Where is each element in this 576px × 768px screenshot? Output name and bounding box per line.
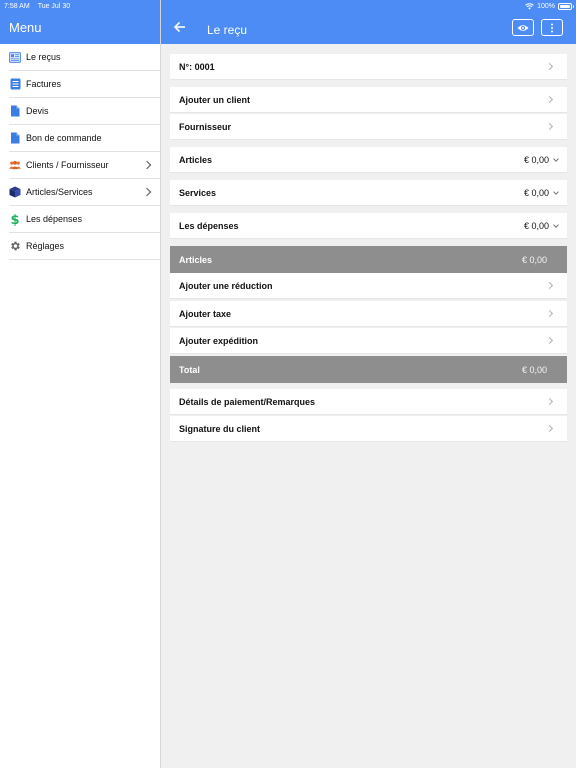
total-amount: € 0,00	[521, 364, 547, 375]
add-tax-label: Ajouter taxe	[179, 308, 232, 319]
sidebar-menu: Le reçus Factures Devis Bon de commande …	[0, 44, 160, 260]
sidebar-item-purchase-order[interactable]: Bon de commande	[9, 125, 160, 152]
sidebar-item-clients-suppliers[interactable]: Clients / Fournisseur	[9, 152, 160, 179]
supplier-label: Fournisseur	[179, 121, 232, 132]
document-icon	[9, 132, 21, 144]
add-tax-row[interactable]: Ajouter taxe	[170, 301, 567, 327]
articles-subtotal-amount: € 0,00	[521, 254, 547, 265]
chevron-right-icon	[142, 160, 152, 170]
chevron-right-icon	[545, 62, 554, 71]
battery-percent: 100%	[537, 2, 555, 10]
document-icon	[9, 105, 21, 117]
total-row: Total € 0,00	[170, 356, 567, 383]
sidebar-item-expenses[interactable]: $ Les dépenses	[9, 206, 160, 233]
sidebar-item-label: Le reçus	[26, 52, 61, 62]
sidebar-item-invoices[interactable]: Factures	[9, 71, 160, 98]
status-right: 100%	[525, 2, 574, 10]
chevron-right-icon	[545, 336, 554, 345]
chevron-right-icon	[545, 397, 554, 406]
people-icon	[9, 159, 21, 171]
payment-details-row[interactable]: Détails de paiement/Remarques	[170, 389, 567, 415]
chevron-right-icon	[545, 424, 554, 433]
add-shipping-label: Ajouter expédition	[179, 335, 259, 346]
chevron-right-icon	[545, 122, 554, 131]
status-date: Tue Jul 30	[37, 2, 71, 10]
receipt-number-row[interactable]: N°: 0001	[170, 54, 567, 80]
articles-row[interactable]: Articles € 0,00	[170, 147, 567, 173]
chevron-right-icon	[545, 309, 554, 318]
services-amount-value: € 0,00	[523, 187, 549, 198]
sidebar-item-label: Articles/Services	[26, 187, 93, 197]
articles-label: Articles	[179, 154, 213, 165]
expenses-label: Les dépenses	[179, 220, 239, 231]
status-bar: 7:58 AM Tue Jul 30 100%	[0, 0, 576, 12]
expenses-amount: € 0,00	[523, 220, 559, 231]
receipt-icon	[9, 51, 21, 63]
back-arrow-icon[interactable]	[173, 20, 187, 34]
sidebar-item-label: Réglages	[26, 241, 65, 251]
sidebar-item-label: Devis	[26, 106, 49, 116]
more-options-button[interactable]	[541, 19, 563, 36]
sidebar-item-settings[interactable]: Réglages	[9, 233, 160, 260]
add-discount-label: Ajouter une réduction	[179, 280, 273, 291]
wifi-icon	[525, 2, 534, 9]
services-amount: € 0,00	[523, 187, 559, 198]
chevron-right-icon	[545, 95, 554, 104]
articles-subtotal-label: Articles	[179, 254, 213, 265]
preview-button[interactable]	[512, 19, 534, 36]
dollar-icon: $	[9, 213, 21, 226]
add-discount-row[interactable]: Ajouter une réduction	[170, 273, 567, 299]
articles-amount: € 0,00	[523, 154, 559, 165]
supplier-row[interactable]: Fournisseur	[170, 114, 567, 140]
eye-icon	[517, 24, 529, 31]
sidebar-item-label: Clients / Fournisseur	[26, 160, 109, 170]
expenses-row[interactable]: Les dépenses € 0,00	[170, 213, 567, 239]
client-signature-label: Signature du client	[179, 423, 261, 434]
receipt-number-label: N°: 0001	[179, 61, 215, 72]
battery-icon	[558, 2, 574, 10]
gear-icon	[9, 240, 21, 252]
chevron-down-icon	[553, 155, 559, 162]
sidebar-item-label: Les dépenses	[26, 214, 83, 224]
sidebar-item-articles-services[interactable]: Articles/Services	[9, 179, 160, 206]
payment-details-label: Détails de paiement/Remarques	[179, 396, 316, 407]
sidebar: Menu Le reçus Factures Devis Bon de comm…	[0, 0, 161, 768]
services-row[interactable]: Services € 0,00	[170, 180, 567, 206]
sidebar-item-receipts[interactable]: Le reçus	[9, 44, 160, 71]
client-signature-row[interactable]: Signature du client	[170, 416, 567, 442]
chevron-down-icon	[553, 221, 559, 228]
sidebar-item-quotes[interactable]: Devis	[9, 98, 160, 125]
expenses-amount-value: € 0,00	[523, 220, 549, 231]
status-time: 7:58 AM	[4, 2, 30, 10]
sidebar-title: Menu	[9, 20, 42, 35]
services-label: Services	[179, 187, 217, 198]
articles-subtotal-row: Articles € 0,00	[170, 246, 567, 273]
page-title: Le reçu	[207, 23, 248, 37]
chevron-down-icon	[553, 188, 559, 195]
main-panel: Le reçu N°: 0001 Ajouter un client Fourn…	[161, 0, 576, 768]
sidebar-item-label: Bon de commande	[26, 133, 102, 143]
add-shipping-row[interactable]: Ajouter expédition	[170, 328, 567, 354]
add-client-label: Ajouter un client	[179, 94, 251, 105]
sidebar-item-label: Factures	[26, 79, 62, 89]
total-label: Total	[179, 364, 200, 375]
chevron-right-icon	[545, 281, 554, 290]
articles-amount-value: € 0,00	[523, 154, 549, 165]
svg-text:$: $	[10, 213, 19, 226]
chevron-right-icon	[142, 187, 152, 197]
invoice-icon	[9, 78, 21, 90]
add-client-row[interactable]: Ajouter un client	[170, 87, 567, 113]
box-icon	[9, 186, 21, 198]
more-vertical-icon	[551, 23, 553, 32]
